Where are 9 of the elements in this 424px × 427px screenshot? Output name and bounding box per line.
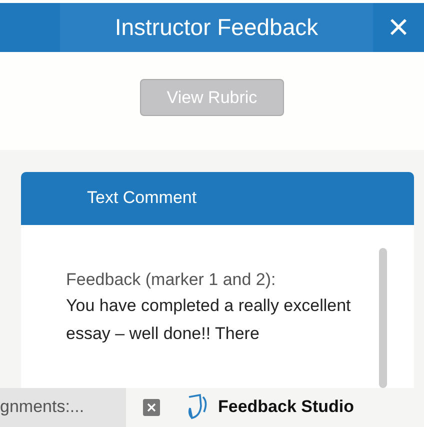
close-button[interactable]: × [373, 2, 424, 52]
panel-title: Instructor Feedback [60, 2, 373, 52]
browser-tab[interactable]: gnments:... [0, 388, 126, 427]
comment-header: Text Comment [21, 172, 414, 225]
scrollbar[interactable] [379, 248, 387, 388]
browser-tab[interactable]: Feedback Studio [186, 388, 354, 427]
feedback-text: You have completed a really excellent essay – well done!! There [66, 294, 352, 345]
feedback-label: Feedback (marker 1 and 2): [66, 268, 277, 291]
close-tab-icon[interactable] [143, 398, 160, 416]
